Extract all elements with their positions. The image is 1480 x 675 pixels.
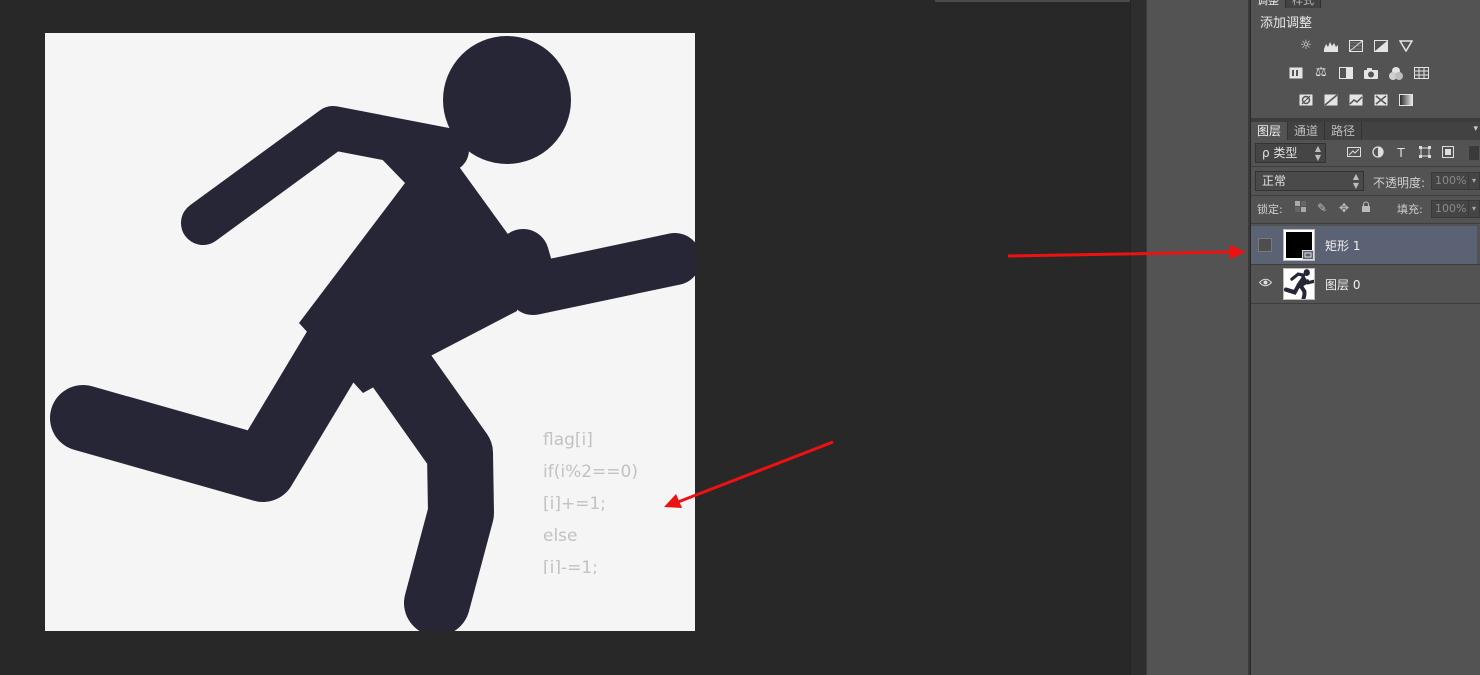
lock-all-icon[interactable] bbox=[1359, 201, 1373, 215]
gradient-map-icon[interactable] bbox=[1398, 93, 1414, 107]
layer-name[interactable]: 图层 0 bbox=[1325, 276, 1360, 293]
photo-filter-icon[interactable] bbox=[1363, 66, 1379, 80]
visibility-toggle-off[interactable] bbox=[1258, 238, 1272, 252]
opacity-dropdown-icon[interactable]: ▾ bbox=[1468, 172, 1480, 190]
filter-toggle[interactable] bbox=[1469, 146, 1479, 160]
color-balance-icon[interactable]: ⚖ bbox=[1313, 66, 1329, 80]
adjustments-row-2: ⚖ bbox=[1288, 66, 1429, 80]
right-panel-dock: 调整 样式 添加调整 ☼ ⚖ 图层 通道 路径 ▾ ρ 类型 ▲ ▼ T 正常 … bbox=[1251, 0, 1480, 675]
runner-thumbnail-icon bbox=[1284, 269, 1314, 299]
code-line-3: [i]+=1; bbox=[543, 494, 607, 514]
layer-row-layer0[interactable]: 图层 0 bbox=[1251, 265, 1477, 303]
eye-icon[interactable] bbox=[1258, 277, 1272, 291]
opacity-input[interactable]: 100% bbox=[1431, 172, 1469, 190]
invert-icon[interactable] bbox=[1298, 93, 1314, 107]
filter-type-icon[interactable]: T bbox=[1393, 146, 1409, 160]
layer-thumbnail-rectangle bbox=[1283, 229, 1315, 261]
layers-sep-2 bbox=[1251, 195, 1480, 196]
brightness-icon[interactable]: ☼ bbox=[1298, 39, 1314, 53]
levels-icon[interactable] bbox=[1323, 39, 1339, 53]
code-line-4: else bbox=[543, 526, 578, 546]
document-canvas[interactable]: flag[i] if(i%2==0) [i]+=1; else [i]-=1; bbox=[45, 33, 695, 631]
layer-filter-select[interactable]: ρ 类型 ▲ ▼ bbox=[1255, 143, 1326, 163]
layer-row-rectangle[interactable]: 矩形 1 bbox=[1251, 226, 1477, 264]
panel-dock-gutter bbox=[1146, 0, 1250, 675]
tab-adjustments[interactable]: 调整 bbox=[1251, 0, 1286, 8]
code-line-5: [i]-=1; bbox=[543, 558, 598, 574]
canvas-vertical-scrollbar[interactable] bbox=[1130, 0, 1146, 675]
threshold-icon[interactable] bbox=[1348, 93, 1364, 107]
adjustments-tab-bar: 调整 样式 bbox=[1251, 0, 1321, 8]
layers-tab-bar: 图层 通道 路径 bbox=[1251, 122, 1480, 140]
selective-color-icon[interactable] bbox=[1373, 93, 1389, 107]
lock-brush-icon[interactable]: ✎ bbox=[1315, 201, 1329, 215]
color-lookup-icon[interactable] bbox=[1413, 66, 1429, 80]
layers-sep-1 bbox=[1251, 166, 1480, 167]
curves-icon[interactable] bbox=[1348, 39, 1364, 53]
lock-transparent-icon[interactable] bbox=[1293, 201, 1307, 215]
channel-mixer-icon[interactable] bbox=[1388, 66, 1404, 80]
fill-dropdown-icon[interactable]: ▾ bbox=[1468, 200, 1480, 218]
fill-input[interactable]: 100% bbox=[1431, 200, 1469, 218]
layer-thumbnail-runner bbox=[1283, 268, 1315, 300]
running-man-figure bbox=[50, 36, 695, 631]
workspace-top-divider bbox=[935, 0, 1145, 2]
tab-channels[interactable]: 通道 bbox=[1288, 122, 1326, 140]
updown-arrows-icon: ▲ ▼ bbox=[1352, 172, 1359, 190]
posterize-icon[interactable] bbox=[1323, 93, 1339, 107]
hue-saturation-icon[interactable] bbox=[1288, 66, 1304, 80]
vibrance-icon[interactable] bbox=[1398, 39, 1414, 53]
vector-mask-icon bbox=[1302, 250, 1314, 260]
figure-back-leg bbox=[50, 316, 368, 502]
panel-menu-icon[interactable]: ▾ bbox=[1473, 124, 1478, 134]
tab-styles[interactable]: 样式 bbox=[1286, 0, 1321, 8]
tab-layers[interactable]: 图层 bbox=[1251, 122, 1289, 140]
black-white-icon[interactable] bbox=[1338, 66, 1354, 80]
exposure-icon[interactable] bbox=[1373, 39, 1389, 53]
code-line-2: if(i%2==0) bbox=[543, 462, 638, 482]
adjustments-row-1: ☼ bbox=[1298, 39, 1414, 53]
canvas-workspace[interactable]: flag[i] if(i%2==0) [i]+=1; else [i]-=1; bbox=[0, 0, 1145, 675]
blend-mode-select[interactable]: 正常 ▲ ▼ bbox=[1255, 171, 1364, 191]
fill-label: 填充: bbox=[1397, 203, 1423, 216]
filter-pixel-icon[interactable] bbox=[1346, 146, 1362, 160]
figure-front-arm bbox=[497, 229, 695, 315]
layers-sep-5 bbox=[1251, 303, 1480, 304]
layer-name[interactable]: 矩形 1 bbox=[1325, 237, 1360, 254]
lock-label: 锁定: bbox=[1257, 203, 1283, 216]
lock-move-icon[interactable]: ✥ bbox=[1337, 201, 1351, 215]
filter-smart-object-icon[interactable] bbox=[1440, 146, 1456, 160]
tab-paths[interactable]: 路径 bbox=[1325, 122, 1363, 140]
adjustments-title: 添加调整 bbox=[1260, 16, 1313, 31]
filter-type-label: ρ 类型 bbox=[1262, 146, 1298, 160]
blend-mode-value: 正常 bbox=[1262, 174, 1287, 188]
opacity-label: 不透明度: bbox=[1373, 176, 1426, 190]
adjustments-row-3 bbox=[1298, 93, 1414, 107]
filter-adjustment-icon[interactable] bbox=[1370, 146, 1386, 160]
updown-arrows-icon: ▲ ▼ bbox=[1314, 144, 1321, 162]
code-line-1: flag[i] bbox=[543, 430, 593, 450]
layers-sep-3 bbox=[1251, 223, 1480, 224]
filter-shape-icon[interactable] bbox=[1417, 146, 1433, 160]
